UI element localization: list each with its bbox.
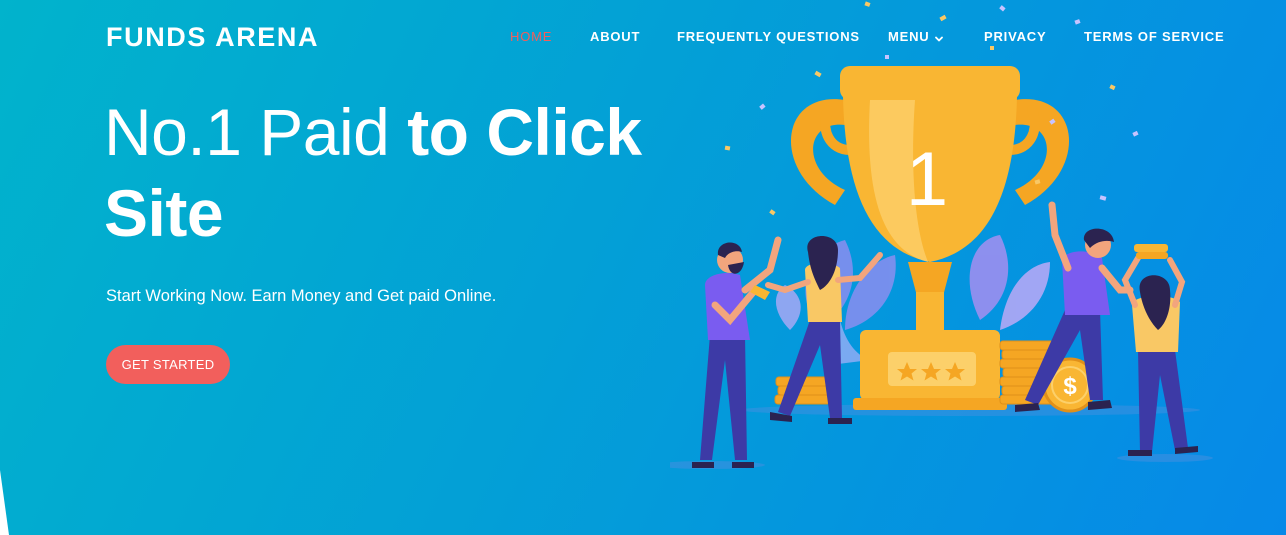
hero-headline: No.1 Paid to Click Site: [104, 92, 684, 254]
hero-section: FUNDS ARENA HOME ABOUT FREQUENTLY QUESTI…: [0, 0, 1286, 535]
person-woman-right: [1121, 244, 1198, 456]
trophy-illustration: 1 $: [670, 1, 1213, 469]
nav-home[interactable]: HOME: [510, 29, 552, 44]
plant-right: [969, 235, 1050, 330]
get-started-button[interactable]: GET STARTED: [106, 345, 230, 384]
person-man-left: [692, 236, 782, 468]
headline-bold-2: Site: [104, 176, 224, 250]
trophy-number: 1: [906, 137, 948, 222]
headline-bold-1: to Click: [407, 95, 642, 169]
headline-light: No.1 Paid: [104, 95, 408, 169]
hero-subtitle: Start Working Now. Earn Money and Get pa…: [106, 287, 497, 305]
svg-text:$: $: [1063, 373, 1077, 400]
nav-about[interactable]: ABOUT: [590, 29, 640, 44]
brand-logo[interactable]: FUNDS ARENA: [106, 22, 319, 53]
